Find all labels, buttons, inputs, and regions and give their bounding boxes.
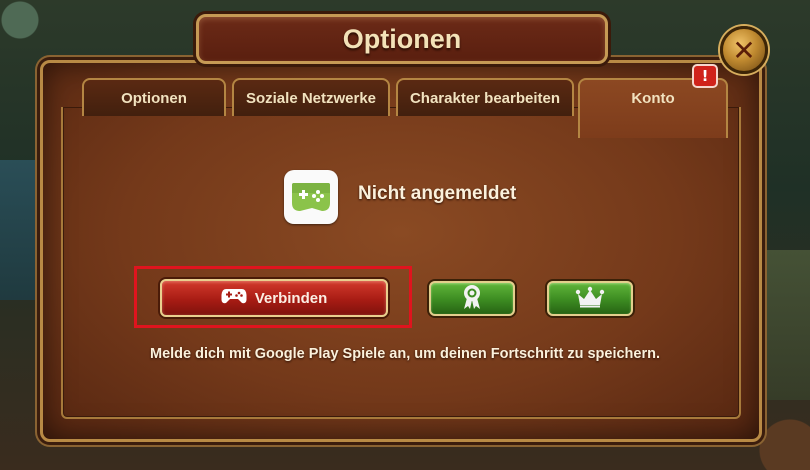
- dialog-title-plaque: Optionen: [196, 14, 608, 64]
- tab-label: Konto: [631, 90, 675, 107]
- connect-button-label: Verbinden: [254, 289, 328, 307]
- ribbon-award-icon: [461, 284, 483, 314]
- tab-label: Optionen: [121, 89, 187, 107]
- dialog-content-frame: [61, 107, 741, 419]
- achievements-button[interactable]: [429, 281, 515, 316]
- sign-in-status: Nicht angemeldet: [358, 183, 517, 204]
- close-button[interactable]: ✕: [720, 26, 768, 74]
- tab-label: Charakter bearbeiten: [409, 89, 561, 107]
- google-play-games-icon: [284, 170, 338, 224]
- connect-button[interactable]: Verbinden: [160, 279, 388, 317]
- tab-label: Soziale Netzwerke: [245, 89, 377, 107]
- tab-charakter-bearbeiten[interactable]: Charakter bearbeiten: [396, 78, 574, 116]
- gamepad-icon: [221, 287, 247, 309]
- dialog-title: Optionen: [342, 23, 462, 54]
- crown-icon: [575, 286, 605, 312]
- alert-badge: !: [692, 64, 718, 88]
- close-icon: ✕: [732, 33, 756, 67]
- tab-soziale-netzwerke[interactable]: Soziale Netzwerke: [232, 78, 390, 116]
- sign-in-hint: Melde dich mit Google Play Spiele an, um…: [149, 346, 660, 362]
- leaderboard-button[interactable]: [547, 281, 633, 316]
- tab-optionen[interactable]: Optionen: [82, 78, 226, 116]
